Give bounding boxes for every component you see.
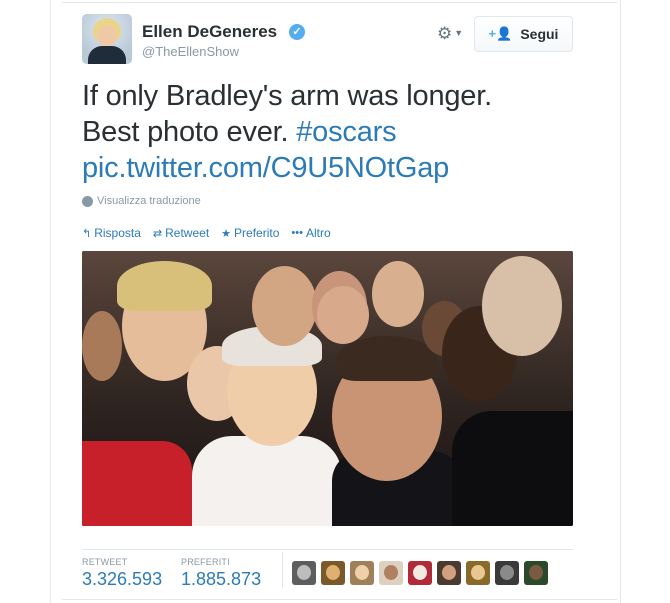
globe-icon [82,195,93,207]
author-name[interactable]: Ellen DeGeneres [142,22,277,42]
author-handle[interactable]: @TheEllenShow [142,44,239,59]
retweet-icon: ⇄ [152,227,163,240]
user-avatar[interactable] [350,561,374,585]
author-avatar[interactable] [82,14,132,64]
stats-vertical-divider [282,552,283,588]
tweet-line-2-text: Best photo ever. [82,116,297,148]
more-label: Altro [305,226,331,240]
hashtag-link[interactable]: #oscars [296,116,396,148]
retweet-count: 3.326.593 [82,569,163,589]
translate-link[interactable]: Visualizza traduzione [82,195,201,207]
favorite-button[interactable]: ★ Preferito [221,226,279,240]
tweet-text: If only Bradley's arm was longer. Best p… [82,78,562,186]
follow-label: Segui [520,26,559,42]
reply-label: Risposta [94,226,141,240]
tweet-line-2: Best photo ever. #oscars [82,114,562,150]
favorites-count: 1.885.873 [181,569,262,589]
retweet-button[interactable]: ⇄ Retweet [153,226,209,240]
user-avatar[interactable] [292,561,316,585]
follow-button[interactable]: +👤 Segui [474,16,573,52]
more-button[interactable]: ••• Altro [291,226,330,240]
bottom-divider [62,599,617,600]
tweet-actions: ↰ Risposta ⇄ Retweet ★ Preferito ••• Alt… [82,226,331,240]
favorited-by-avatars [292,561,548,585]
user-avatar[interactable] [495,561,519,585]
retweet-label: Retweet [165,226,210,240]
translate-label: Visualizza traduzione [97,195,201,207]
user-plus-icon: +👤 [488,26,513,41]
user-avatar[interactable] [379,561,403,585]
retweet-stat[interactable]: RETWEET 3.326.593 [82,557,162,590]
stats-divider [82,549,573,550]
user-avatar[interactable] [408,561,432,585]
top-divider [62,2,617,3]
user-avatar[interactable] [437,561,461,585]
reply-icon: ↰ [82,227,92,240]
gear-icon[interactable]: ⚙ ▼ [437,24,469,44]
user-avatar[interactable] [466,561,490,585]
chevron-down-icon: ▼ [454,28,464,38]
more-icon: ••• [291,227,303,239]
favorite-label: Preferito [234,226,280,240]
favorites-count-label: PREFERITI [181,557,230,567]
media-link[interactable]: pic.twitter.com/C9U5NOtGap [82,150,562,186]
user-avatar[interactable] [321,561,345,585]
star-icon: ★ [221,227,232,240]
user-avatar[interactable] [524,561,548,585]
favorites-stat[interactable]: PREFERITI 1.885.873 [181,557,261,590]
verified-badge-icon: ✓ [289,24,305,40]
tweet-photo[interactable] [82,251,573,526]
tweet-line-1: If only Bradley's arm was longer. [82,80,492,112]
reply-button[interactable]: ↰ Risposta [82,226,141,240]
retweet-count-label: RETWEET [82,557,128,567]
